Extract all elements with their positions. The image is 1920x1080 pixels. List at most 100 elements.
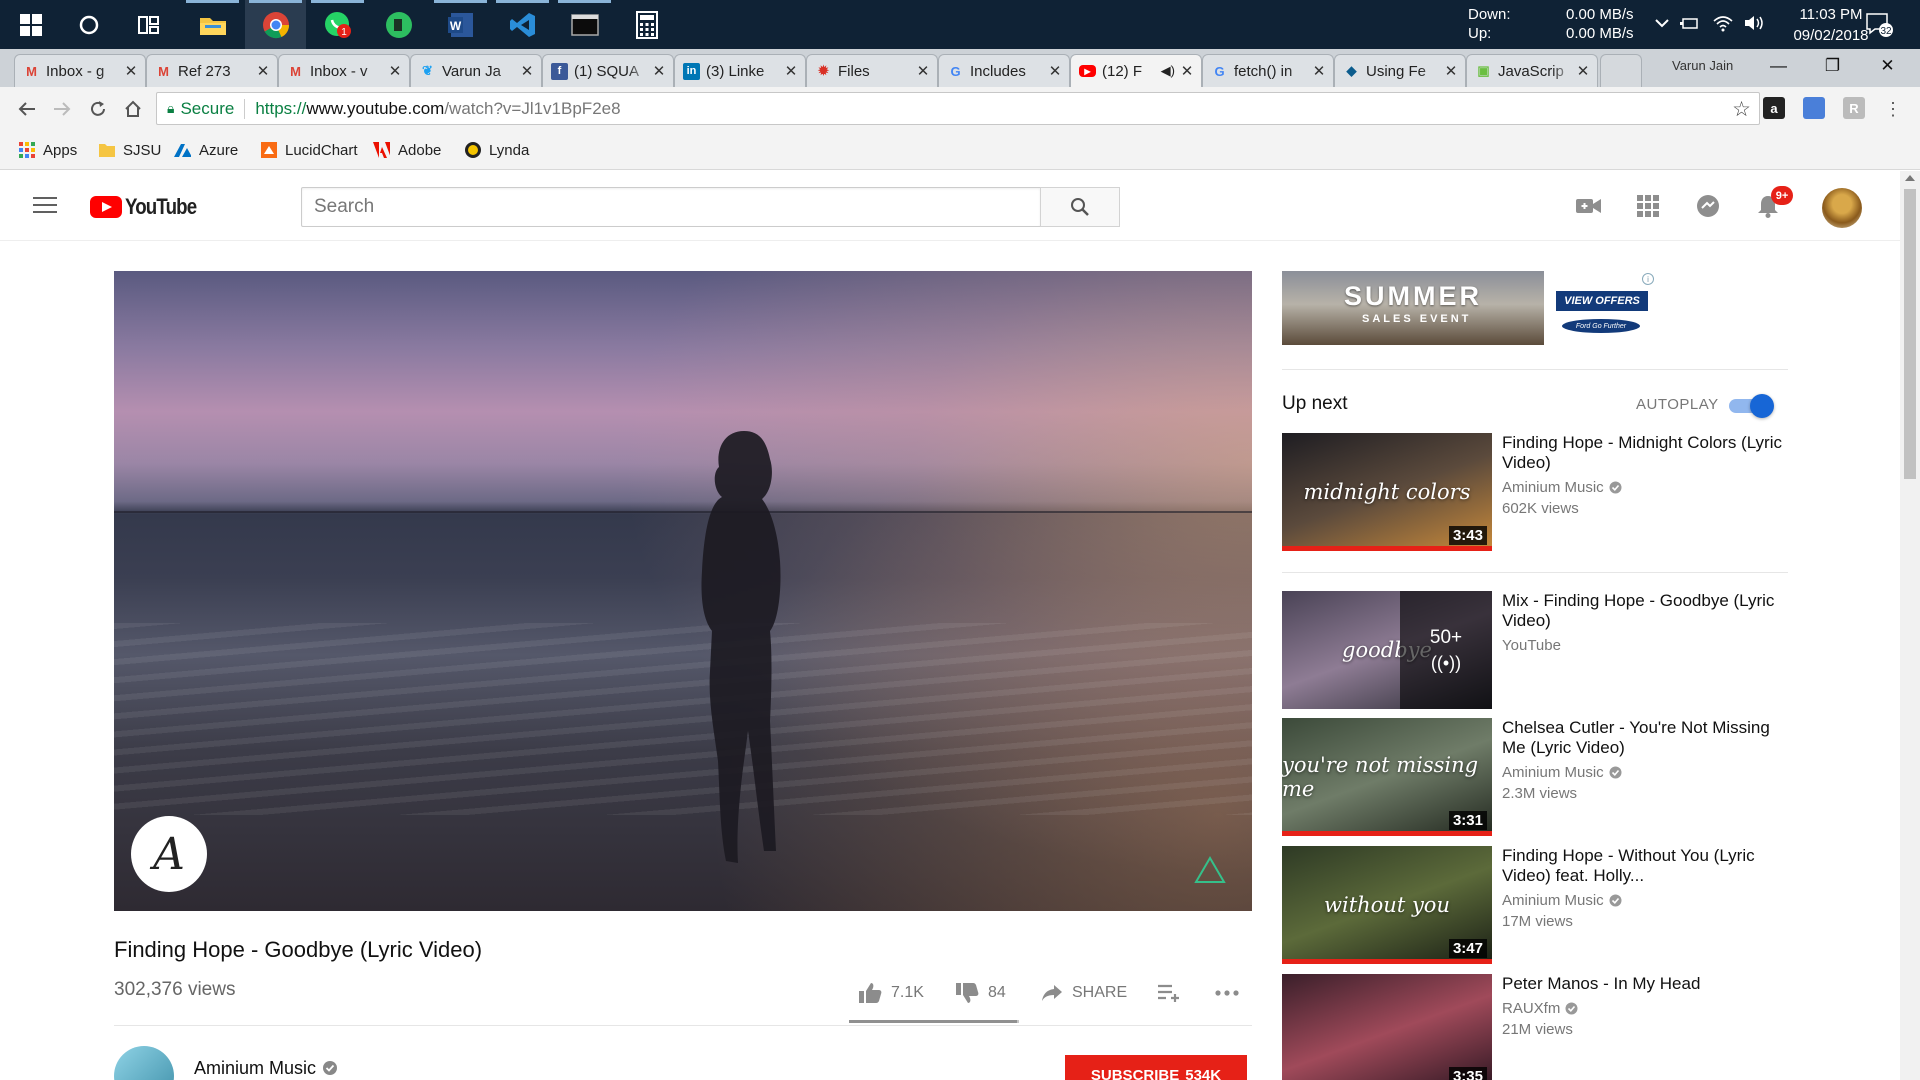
start-button[interactable] — [0, 0, 61, 49]
video-thumbnail[interactable]: 3:35 — [1282, 974, 1492, 1080]
bookmark-azure[interactable]: Azure — [174, 140, 238, 160]
channel-logo-watermark[interactable]: A — [131, 816, 207, 892]
dislike-button[interactable]: 84 — [955, 979, 1006, 1007]
restore-button[interactable]: ❐ — [1810, 49, 1855, 83]
recommended-channel-name[interactable]: Aminium Music — [1502, 892, 1604, 909]
browser-tab[interactable]: ❦ Varun Ja ✕ — [410, 54, 542, 87]
ad-cta-button[interactable]: VIEW OFFERS — [1556, 291, 1648, 311]
terminal-taskbar-button[interactable] — [554, 0, 615, 49]
add-to-playlist-button[interactable] — [1157, 979, 1190, 1007]
browser-tab[interactable]: Gfetch() in ✕ — [1202, 54, 1334, 87]
more-actions-button[interactable] — [1214, 979, 1249, 1007]
bookmark-apps[interactable]: Apps — [18, 140, 77, 160]
battery-icon[interactable] — [1680, 14, 1700, 32]
browser-tab[interactable]: ▶ (12) F ◀) ✕ — [1070, 54, 1202, 87]
close-tab-icon[interactable]: ✕ — [783, 62, 799, 80]
like-button[interactable]: 7.1K — [858, 979, 924, 1007]
close-tab-icon[interactable]: ✕ — [1179, 62, 1195, 80]
close-tab-icon[interactable]: ✕ — [123, 62, 139, 80]
speaker-icon[interactable]: ◀) — [1161, 63, 1175, 79]
ad-banner[interactable]: SUMMER SALES EVENT VIEW OFFERS Ford Go F… — [1282, 271, 1658, 345]
recommended-video-title[interactable]: Mix - Finding Hope - Goodbye (Lyric Vide… — [1502, 591, 1788, 631]
close-tab-icon[interactable]: ✕ — [1311, 62, 1327, 80]
video-thumbnail[interactable]: goodbye 50+ ((•)) — [1282, 591, 1492, 709]
recommended-channel-name[interactable]: RAUXfm — [1502, 1000, 1560, 1017]
amazon-extension-icon[interactable]: a — [1763, 97, 1785, 119]
file-explorer-taskbar-button[interactable] — [182, 0, 243, 49]
browser-tab[interactable]: M Ref 273 ✕ — [146, 54, 278, 87]
video-thumbnail[interactable]: without you 3:47 — [1282, 846, 1492, 964]
back-button[interactable] — [14, 96, 40, 122]
calculator-taskbar-button[interactable] — [616, 0, 677, 49]
youtube-logo[interactable]: YouTube — [90, 194, 209, 220]
browser-tab[interactable]: ▣ JavaScrip ✕ — [1466, 54, 1598, 87]
recommended-video-title[interactable]: Chelsea Cutler - You're Not Missing Me (… — [1502, 718, 1788, 758]
page-scrollbar[interactable] — [1900, 171, 1920, 1080]
wifi-icon[interactable] — [1712, 14, 1734, 32]
account-avatar[interactable] — [1822, 188, 1862, 228]
recommended-channel-name[interactable]: Aminium Music — [1502, 764, 1604, 781]
video-thumbnail[interactable]: midnight colors 3:43 — [1282, 433, 1492, 551]
cortana-button[interactable] — [58, 0, 119, 49]
close-tab-icon[interactable]: ✕ — [519, 62, 535, 80]
recommended-video-title[interactable]: Peter Manos - In My Head — [1502, 974, 1788, 994]
channel-avatar[interactable] — [114, 1046, 174, 1080]
bookmark-star-icon[interactable]: ☆ — [1732, 97, 1751, 122]
close-window-button[interactable]: ✕ — [1865, 49, 1910, 83]
bookmark-adobe[interactable]: Adobe — [373, 140, 441, 160]
grey-extension-icon[interactable]: R — [1843, 97, 1865, 119]
secure-label[interactable]: Secure — [180, 99, 234, 119]
close-tab-icon[interactable]: ✕ — [915, 62, 931, 80]
recommended-video[interactable]: goodbye 50+ ((•)) Mix - Finding Hope - Good… — [1282, 591, 1788, 709]
close-tab-icon[interactable]: ✕ — [651, 62, 667, 80]
new-tab-button[interactable] — [1600, 54, 1642, 87]
search-input[interactable] — [301, 187, 1041, 227]
recommended-video-title[interactable]: Finding Hope - Without You (Lyric Video)… — [1502, 846, 1788, 886]
volume-icon[interactable] — [1743, 14, 1765, 32]
evernote-taskbar-button[interactable] — [368, 0, 429, 49]
share-button[interactable]: SHARE — [1041, 979, 1127, 1007]
action-center-icon[interactable]: 32 — [1864, 12, 1894, 38]
video-player[interactable]: A — [114, 271, 1252, 911]
reload-button[interactable] — [85, 96, 111, 122]
recommended-channel-name[interactable]: YouTube — [1502, 637, 1561, 654]
close-tab-icon[interactable]: ✕ — [387, 62, 403, 80]
browser-tab[interactable]: ◆ Using Fe ✕ — [1334, 54, 1466, 87]
calendar-extension-icon[interactable] — [1803, 97, 1825, 119]
vscode-taskbar-button[interactable] — [492, 0, 553, 49]
recommended-video-title[interactable]: Finding Hope - Midnight Colors (Lyric Vi… — [1502, 433, 1788, 473]
messages-button[interactable] — [1694, 192, 1722, 220]
create-video-button[interactable] — [1575, 192, 1603, 220]
chevron-up-icon[interactable] — [1654, 16, 1670, 30]
bookmark-lucidchart[interactable]: LucidChart — [260, 140, 358, 160]
forward-button[interactable] — [49, 96, 75, 122]
chrome-taskbar-button[interactable] — [245, 0, 306, 49]
channel-name[interactable]: Aminium Music — [194, 1058, 316, 1079]
bookmark-sjsu[interactable]: SJSU — [98, 140, 161, 160]
subscribe-button[interactable]: SUBSCRIBE 534K — [1065, 1055, 1247, 1080]
bookmark-lynda[interactable]: Lynda — [464, 140, 529, 160]
home-button[interactable] — [120, 96, 146, 122]
search-button[interactable] — [1040, 187, 1120, 227]
minimize-button[interactable]: ― — [1756, 49, 1801, 83]
browser-tab[interactable]: M Inbox - v ✕ — [278, 54, 410, 87]
autoplay-toggle[interactable] — [1729, 394, 1774, 418]
apps-button[interactable] — [1634, 192, 1662, 220]
chrome-menu-button[interactable]: ⋮ — [1880, 96, 1906, 122]
browser-tab[interactable]: in (3) Linke ✕ — [674, 54, 806, 87]
profile-name[interactable]: Varun Jain — [1672, 58, 1733, 73]
guide-menu-icon[interactable] — [33, 197, 57, 215]
video-thumbnail[interactable]: you're not missing me 3:31 — [1282, 718, 1492, 836]
close-tab-icon[interactable]: ✕ — [255, 62, 271, 80]
recommended-video[interactable]: you're not missing me 3:31 Chelsea Cutler … — [1282, 718, 1788, 836]
ad-info-icon[interactable]: i — [1642, 273, 1654, 285]
scroll-up-arrow-icon[interactable] — [1905, 175, 1915, 181]
close-tab-icon[interactable]: ✕ — [1047, 62, 1063, 80]
close-tab-icon[interactable]: ✕ — [1575, 62, 1591, 80]
recommended-channel-name[interactable]: Aminium Music — [1502, 479, 1604, 496]
browser-tab[interactable]: G Includes ✕ — [938, 54, 1070, 87]
word-taskbar-button[interactable]: W — [430, 0, 491, 49]
task-view-button[interactable] — [118, 0, 179, 49]
browser-tab[interactable]: ✹ Files ✕ — [806, 54, 938, 87]
browser-tab[interactable]: M Inbox - g ✕ — [14, 54, 146, 87]
